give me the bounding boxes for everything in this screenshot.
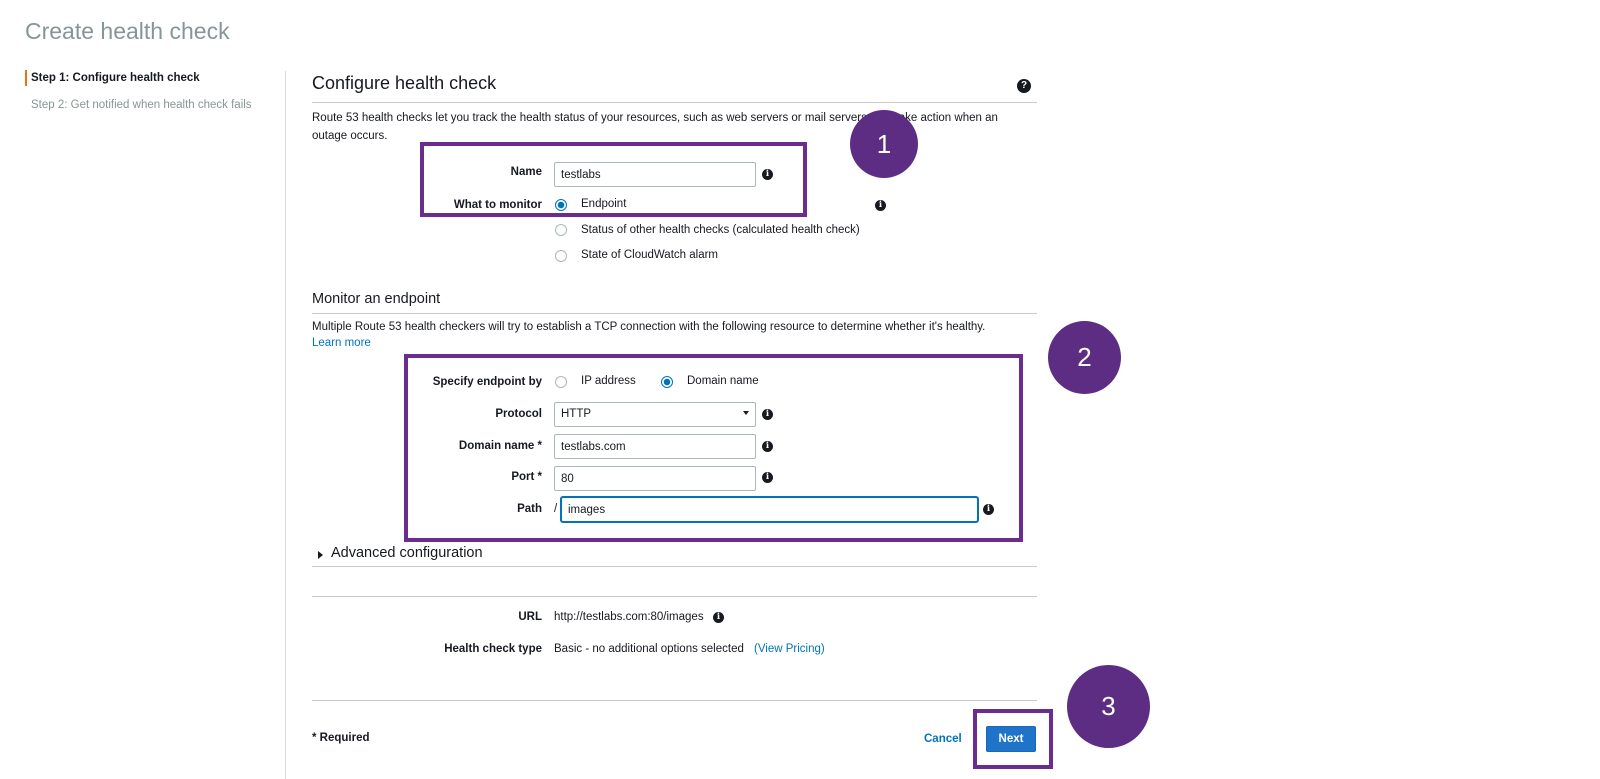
annotation-box-2 [404, 354, 1023, 542]
caret-right-icon[interactable] [318, 551, 323, 559]
configure-heading: Configure health check [312, 73, 497, 93]
cancel-button[interactable]: Cancel [924, 733, 962, 745]
url-label: URL [518, 611, 542, 623]
url-info-icon[interactable]: i [713, 612, 724, 623]
endpoint-heading: Monitor an endpoint [312, 291, 441, 307]
annotation-box-1 [420, 142, 807, 217]
view-pricing-link[interactable]: (View Pricing) [754, 643, 825, 655]
configure-description: Route 53 health checks let you track the… [312, 112, 998, 142]
monitor-calculated-radio[interactable] [555, 224, 567, 236]
monitor-calculated-label[interactable]: Status of other health checks (calculate… [581, 224, 860, 236]
monitor-cloudwatch-label[interactable]: State of CloudWatch alarm [581, 249, 718, 261]
monitor-info-icon[interactable]: i [875, 200, 886, 211]
annotation-marker-1: 1 [850, 110, 918, 178]
advanced-configuration-toggle[interactable]: Advanced configuration [331, 545, 483, 561]
question-circle-icon[interactable]: ? [1017, 79, 1031, 93]
required-note: * Required [312, 732, 370, 744]
annotation-marker-2: 2 [1048, 321, 1121, 394]
nav-divider [285, 71, 286, 779]
learn-more-link[interactable]: Learn more [312, 337, 371, 349]
step-1-nav-item[interactable]: Step 1: Configure health check [25, 70, 200, 86]
annotation-marker-3: 3 [1067, 665, 1150, 748]
footer-divider [312, 700, 1037, 701]
url-value: http://testlabs.com:80/images [554, 611, 704, 623]
endpoint-divider [312, 313, 1037, 314]
monitor-cloudwatch-radio[interactable] [555, 250, 567, 262]
advanced-divider [312, 566, 1037, 567]
annotation-box-3 [973, 709, 1053, 769]
health-check-type-value: Basic - no additional options selected [554, 643, 744, 655]
step-2-nav-item[interactable]: Step 2: Get notified when health check f… [31, 99, 252, 111]
health-check-type-label: Health check type [444, 643, 542, 655]
endpoint-description: Multiple Route 53 health checkers will t… [312, 321, 986, 333]
configure-divider [312, 102, 1037, 103]
page-title: Create health check [25, 18, 230, 44]
summary-divider [312, 596, 1037, 597]
